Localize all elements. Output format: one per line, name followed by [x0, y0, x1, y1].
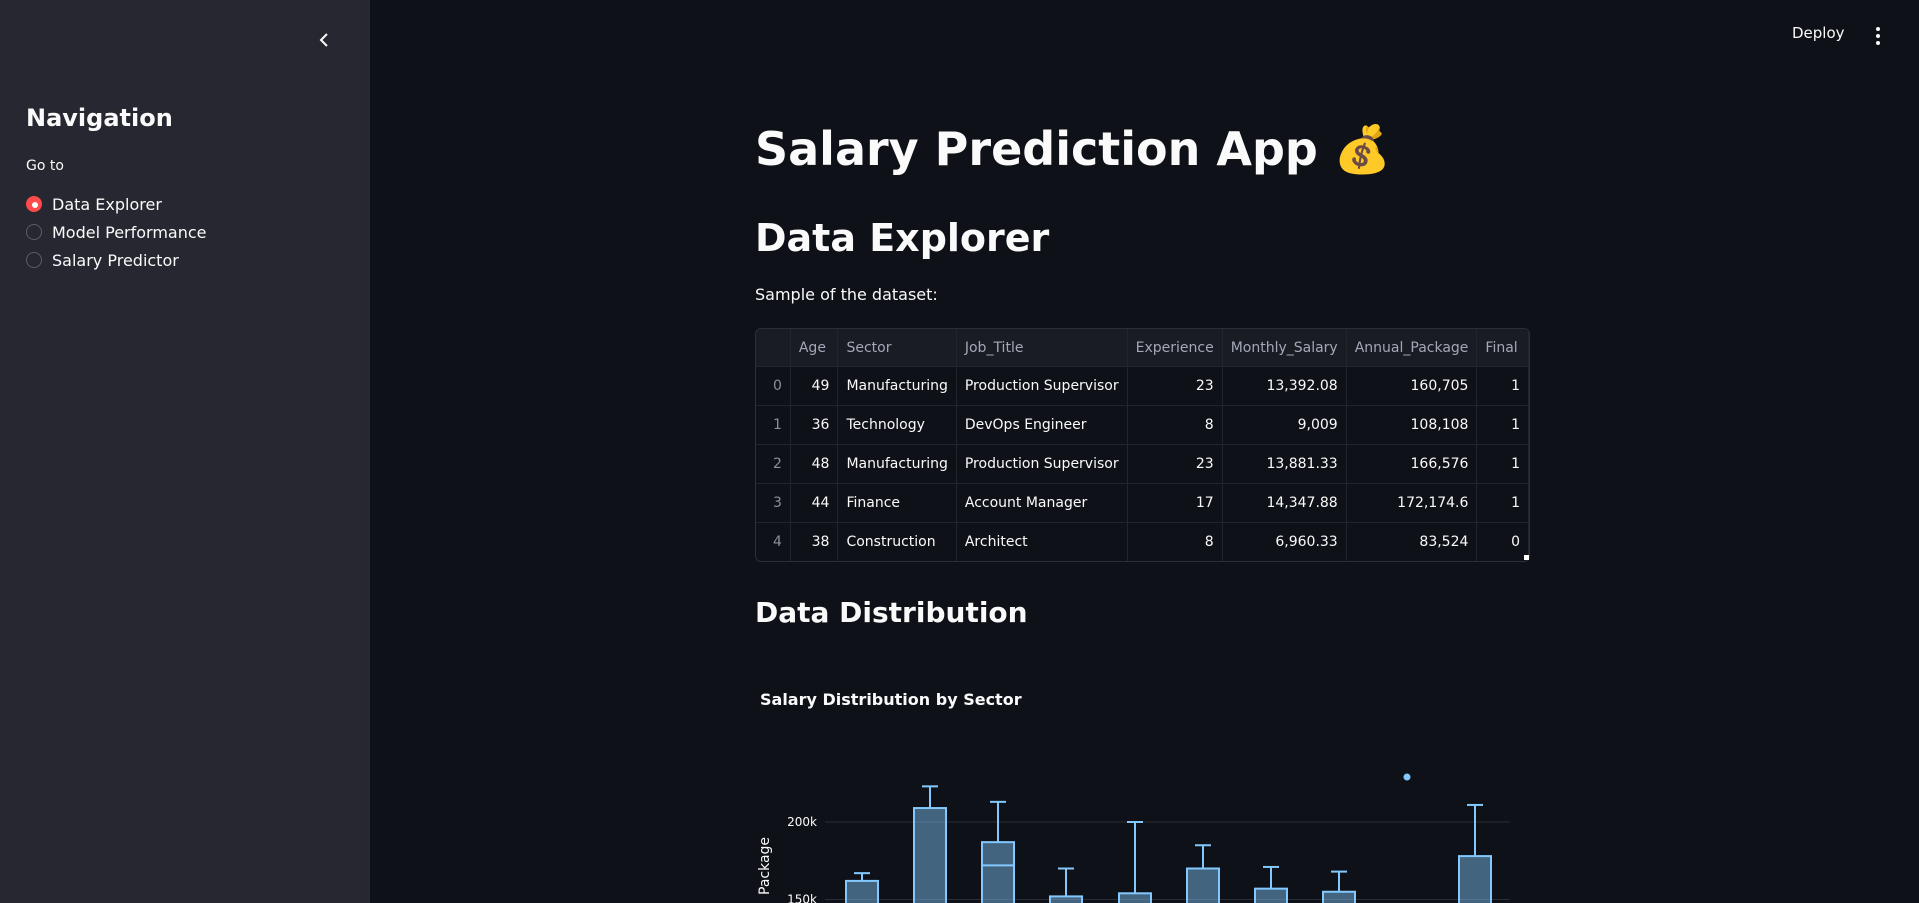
y-axis-label: Package — [757, 837, 773, 895]
cell-sector[interactable]: Finance — [837, 483, 957, 523]
column-header[interactable]: Monthly_Salary — [1222, 329, 1347, 367]
column-header[interactable]: Final — [1476, 329, 1529, 367]
table-row: 0 49 Manufacturing Production Supervisor… — [756, 366, 1529, 406]
sample-caption: Sample of the dataset: — [755, 285, 938, 304]
box — [1458, 855, 1492, 903]
column-header[interactable]: Annual_Package — [1346, 329, 1478, 367]
cell-sector[interactable]: Manufacturing — [837, 366, 957, 406]
more-vertical-icon — [1876, 27, 1880, 45]
table-row: 3 44 Finance Account Manager 17 14,347.8… — [756, 483, 1529, 523]
radio-label: Model Performance — [52, 222, 207, 242]
radio-group-label: Go to — [26, 158, 64, 174]
row-index: 4 — [756, 522, 791, 561]
chart-title: Salary Distribution by Sector — [760, 690, 1022, 709]
cell-annual-package[interactable]: 166,576 — [1346, 444, 1478, 484]
cell-job-title[interactable]: Account Manager — [956, 483, 1128, 523]
cell-sector[interactable]: Construction — [837, 522, 957, 561]
radio-checked-icon — [26, 196, 42, 212]
dataframe-table[interactable]: Age Sector Job_Title Experience Monthly_… — [755, 328, 1530, 562]
radio-salary-predictor[interactable]: Salary Predictor — [26, 246, 207, 274]
sidebar-title: Navigation — [26, 104, 173, 132]
cell-experience[interactable]: 23 — [1127, 366, 1223, 406]
column-header[interactable]: Experience — [1127, 329, 1223, 367]
cell-age[interactable]: 49 — [790, 366, 839, 406]
chevron-left-icon — [319, 33, 328, 47]
app-title: Salary Prediction App 💰 — [755, 122, 1392, 176]
y-tick-label: 150k — [787, 893, 817, 903]
cell-final[interactable]: 0 — [1476, 522, 1529, 561]
cell-monthly-salary[interactable]: 6,960.33 — [1222, 522, 1347, 561]
sidebar: Navigation Go to Data Explorer Model Per… — [0, 0, 370, 903]
box — [1049, 895, 1083, 903]
cell-experience[interactable]: 8 — [1127, 405, 1223, 445]
cell-monthly-salary[interactable]: 13,392.08 — [1222, 366, 1347, 406]
box — [1254, 887, 1288, 903]
cell-final[interactable]: 1 — [1476, 405, 1529, 445]
cell-job-title[interactable]: Architect — [956, 522, 1128, 561]
table-row: 1 36 Technology DevOps Engineer 8 9,009 … — [756, 405, 1529, 445]
cell-annual-package[interactable]: 172,174.6 — [1346, 483, 1478, 523]
deploy-button[interactable]: Deploy — [1792, 24, 1845, 42]
table-header-row: Age Sector Job_Title Experience Monthly_… — [756, 329, 1529, 367]
outlier-point — [1403, 773, 1411, 781]
cell-job-title[interactable]: Production Supervisor — [956, 366, 1128, 406]
collapse-sidebar-button[interactable] — [312, 28, 336, 52]
box — [1186, 867, 1220, 903]
row-index: 2 — [756, 444, 791, 484]
cell-experience[interactable]: 23 — [1127, 444, 1223, 484]
section-title: Data Explorer — [755, 216, 1050, 260]
row-index: 1 — [756, 405, 791, 445]
radio-model-performance[interactable]: Model Performance — [26, 218, 207, 246]
cell-final[interactable]: 1 — [1476, 444, 1529, 484]
y-tick-label: 200k — [787, 815, 817, 829]
navigation-radio-group: Data Explorer Model Performance Salary P… — [26, 190, 207, 274]
radio-label: Salary Predictor — [52, 250, 179, 270]
cell-experience[interactable]: 17 — [1127, 483, 1223, 523]
column-header[interactable]: Job_Title — [956, 329, 1128, 367]
cell-experience[interactable]: 8 — [1127, 522, 1223, 561]
row-index: 0 — [756, 366, 791, 406]
cell-final[interactable]: 1 — [1476, 483, 1529, 523]
table-row: 4 38 Construction Architect 8 6,960.33 8… — [756, 522, 1529, 561]
cell-sector[interactable]: Technology — [837, 405, 957, 445]
main-menu-button[interactable] — [1868, 24, 1888, 48]
box — [913, 807, 947, 903]
cell-monthly-salary[interactable]: 13,881.33 — [1222, 444, 1347, 484]
cell-age[interactable]: 44 — [790, 483, 839, 523]
table-resize-handle[interactable] — [1524, 555, 1529, 560]
cell-monthly-salary[interactable]: 9,009 — [1222, 405, 1347, 445]
cell-age[interactable]: 38 — [790, 522, 839, 561]
radio-unchecked-icon — [26, 224, 42, 240]
box — [981, 841, 1015, 903]
cell-age[interactable]: 48 — [790, 444, 839, 484]
box — [1118, 892, 1152, 903]
table-row: 2 48 Manufacturing Production Supervisor… — [756, 444, 1529, 484]
radio-unchecked-icon — [26, 252, 42, 268]
radio-label: Data Explorer — [52, 194, 162, 214]
box — [845, 879, 879, 903]
column-header[interactable] — [756, 329, 791, 367]
cell-age[interactable]: 36 — [790, 405, 839, 445]
cell-annual-package[interactable]: 83,524 — [1346, 522, 1478, 561]
cell-sector[interactable]: Manufacturing — [837, 444, 957, 484]
salary-box-chart[interactable]: 200k 150k Package — [755, 760, 1515, 903]
cell-monthly-salary[interactable]: 14,347.88 — [1222, 483, 1347, 523]
radio-data-explorer[interactable]: Data Explorer — [26, 190, 207, 218]
cell-final[interactable]: 1 — [1476, 366, 1529, 406]
distribution-title: Data Distribution — [755, 596, 1028, 629]
cell-annual-package[interactable]: 160,705 — [1346, 366, 1478, 406]
row-index: 3 — [756, 483, 791, 523]
box — [1322, 890, 1356, 903]
cell-job-title[interactable]: Production Supervisor — [956, 444, 1128, 484]
column-header[interactable]: Age — [790, 329, 839, 367]
column-header[interactable]: Sector — [837, 329, 957, 367]
cell-job-title[interactable]: DevOps Engineer — [956, 405, 1128, 445]
cell-annual-package[interactable]: 108,108 — [1346, 405, 1478, 445]
